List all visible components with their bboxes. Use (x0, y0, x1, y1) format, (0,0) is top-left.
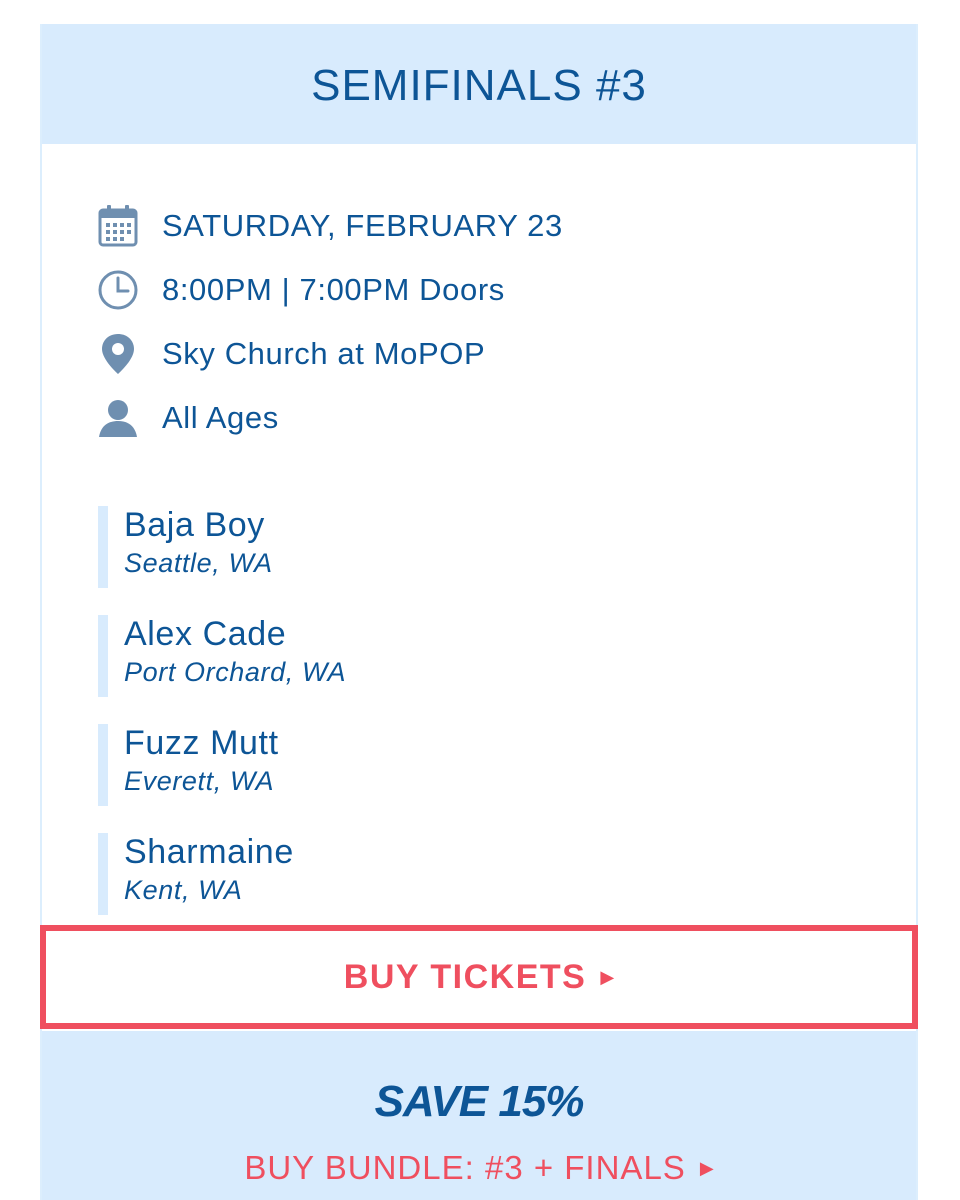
act-origin: Seattle, WA (124, 548, 273, 578)
save-text: SAVE 15% (374, 1077, 585, 1126)
event-ages: All Ages (162, 400, 279, 435)
location-pin-icon (96, 332, 140, 376)
list-item: Sharmaine Kent, WA (98, 831, 346, 915)
list-item: Alex Cade Port Orchard, WA (98, 613, 346, 697)
buy-bundle-link[interactable]: BUY BUNDLE: #3 + FINALS ▶ (42, 1149, 916, 1187)
triangle-right-icon: ▶ (600, 966, 615, 987)
date-row: SATURDAY, FEBRUARY 23 (96, 194, 563, 258)
list-item: Fuzz Mutt Everett, WA (98, 722, 346, 806)
time-row: 8:00PM | 7:00PM Doors (96, 258, 563, 322)
event-date: SATURDAY, FEBRUARY 23 (162, 208, 563, 243)
act-name: Baja Boy (124, 506, 265, 544)
buy-tickets-label: BUY TICKETS (343, 957, 587, 996)
event-card: SEMIFINALS #3 SATURDAY, FEBRUARY 23 8:00… (40, 24, 918, 1200)
calendar-icon (96, 204, 140, 248)
ages-row: All Ages (96, 386, 563, 450)
act-origin: Kent, WA (124, 875, 243, 905)
triangle-right-icon: ▶ (699, 1157, 714, 1178)
bundle-section: SAVE 15% BUY BUNDLE: #3 + FINALS ▶ (42, 1031, 916, 1200)
card-header: SEMIFINALS #3 (42, 24, 916, 144)
act-name: Sharmaine (124, 833, 294, 871)
event-details: SATURDAY, FEBRUARY 23 8:00PM | 7:00PM Do… (96, 194, 563, 450)
act-name: Alex Cade (124, 615, 287, 653)
buy-bundle-label: BUY BUNDLE: #3 + FINALS (244, 1149, 686, 1186)
act-name: Fuzz Mutt (124, 724, 279, 762)
venue-row: Sky Church at MoPOP (96, 322, 563, 386)
buy-tickets-button[interactable]: BUY TICKETS ▶ (40, 925, 918, 1029)
event-venue: Sky Church at MoPOP (162, 336, 486, 371)
person-icon (96, 396, 140, 440)
event-title: SEMIFINALS #3 (311, 61, 647, 110)
list-item: Baja Boy Seattle, WA (98, 504, 346, 588)
clock-icon (96, 268, 140, 312)
event-time: 8:00PM | 7:00PM Doors (162, 272, 505, 307)
lineup-list: Baja Boy Seattle, WA Alex Cade Port Orch… (98, 504, 346, 940)
act-origin: Everett, WA (124, 766, 275, 796)
act-origin: Port Orchard, WA (124, 657, 347, 687)
